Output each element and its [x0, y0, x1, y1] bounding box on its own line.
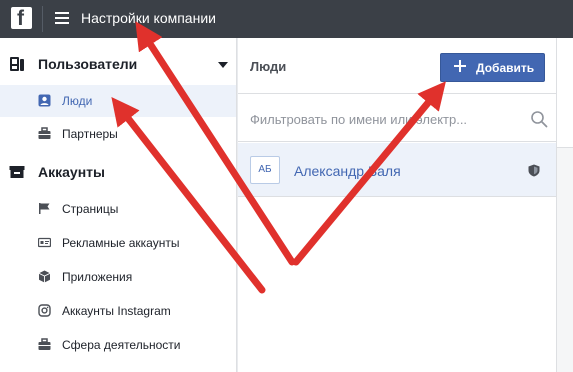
- detail-pane-header: [557, 38, 573, 148]
- filter-bar: [238, 95, 556, 142]
- search-icon[interactable]: [530, 110, 548, 128]
- chevron-down-icon[interactable]: [218, 62, 228, 68]
- cube-icon: [38, 270, 51, 283]
- briefcase-icon: [38, 127, 51, 139]
- sidebar-item-instagram-accounts[interactable]: Аккаунты Instagram: [0, 295, 236, 327]
- sidebar-item-label: Партнеры: [62, 127, 118, 141]
- app-title: Настройки компании: [81, 10, 216, 26]
- sidebar-item-people[interactable]: Люди: [0, 85, 236, 117]
- add-button-label: Добавить: [476, 61, 535, 75]
- add-person-button[interactable]: Добавить: [440, 53, 545, 82]
- avatar: АБ: [250, 156, 280, 184]
- sidebar-section-label: Аккаунты: [38, 164, 105, 180]
- facebook-logo-letter: f: [17, 7, 24, 30]
- sidebar-section-label: Пользователи: [38, 56, 138, 72]
- top-bar: f Настройки компании: [0, 0, 573, 38]
- sidebar-item-label: Приложения: [62, 270, 133, 284]
- sidebar-item-label: Аккаунты Instagram: [62, 304, 171, 318]
- sidebar-item-label: Рекламные аккаунты: [62, 236, 180, 250]
- sidebar-item-label: Люди: [62, 94, 93, 108]
- flag-icon: [39, 203, 50, 214]
- hamburger-menu-icon[interactable]: [55, 12, 69, 25]
- ad-account-icon: [38, 237, 51, 248]
- sidebar-item-ad-accounts[interactable]: Рекламные аккаунты: [0, 227, 236, 259]
- sidebar: Пользователи Люди Партнеры Аккаунты Стра…: [0, 38, 237, 372]
- shield-icon: [528, 164, 540, 177]
- sidebar-item-pages[interactable]: Страницы: [0, 193, 236, 225]
- sidebar-item-line-of-business[interactable]: Сфера деятельности: [0, 329, 236, 361]
- sidebar-item-label: Сфера деятельности: [62, 338, 181, 352]
- users-icon: [10, 57, 24, 71]
- briefcase-icon: [38, 338, 51, 350]
- sidebar-item-label: Страницы: [62, 202, 119, 216]
- person-name[interactable]: Александр Баля: [294, 163, 401, 179]
- filter-input[interactable]: [250, 109, 520, 129]
- panel-header: Люди Добавить: [238, 38, 556, 94]
- sidebar-item-partners[interactable]: Партнеры: [0, 118, 236, 150]
- sidebar-section-accounts[interactable]: Аккаунты: [0, 155, 237, 189]
- accounts-icon: [9, 166, 25, 178]
- instagram-icon: [38, 304, 51, 317]
- panel-title: Люди: [250, 59, 287, 74]
- facebook-logo[interactable]: f: [11, 7, 32, 30]
- person-row[interactable]: АБ Александр Баля: [238, 143, 556, 197]
- divider: [42, 6, 43, 32]
- detail-pane-edge: [556, 38, 573, 372]
- sidebar-item-apps[interactable]: Приложения: [0, 261, 236, 293]
- people-panel: Люди Добавить АБ Александр Баля: [238, 38, 556, 372]
- sidebar-section-users[interactable]: Пользователи: [0, 47, 237, 81]
- person-badge-icon: [38, 94, 51, 107]
- plus-icon: [454, 60, 466, 72]
